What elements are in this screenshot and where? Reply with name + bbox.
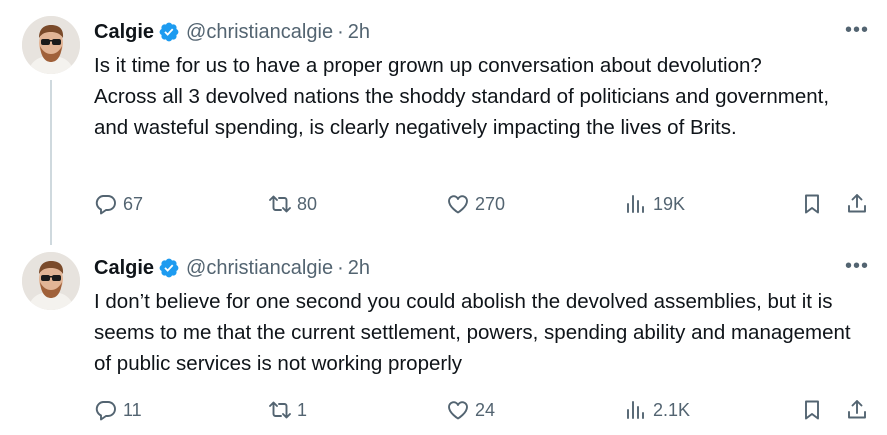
avatar[interactable]: [22, 252, 80, 310]
bookmark-icon: [805, 400, 819, 420]
views-count: 2.1K: [653, 399, 691, 420]
author-name[interactable]: Calgie: [94, 21, 154, 44]
tweet-actions: 11 1 24 2.1K: [0, 395, 887, 425]
repost-icon: [269, 401, 291, 419]
repost-count: 80: [297, 193, 318, 214]
author-name[interactable]: Calgie: [94, 257, 154, 280]
separator-dot: ·: [337, 20, 344, 43]
timestamp[interactable]: 2h: [348, 21, 370, 44]
reply-button[interactable]: 67: [94, 189, 143, 219]
share-button[interactable]: [845, 395, 869, 425]
views-count: 19K: [653, 193, 686, 214]
repost-icon: [269, 195, 291, 213]
reply-count: 67: [123, 193, 144, 214]
views-button[interactable]: 19K: [624, 189, 685, 219]
like-count: 270: [475, 193, 506, 214]
share-icon: [848, 194, 866, 213]
tweet-header: Calgie @christiancalgie · 2h: [94, 256, 370, 280]
views-button[interactable]: 2.1K: [624, 395, 690, 425]
reply-button[interactable]: 11: [94, 395, 142, 425]
tweet-actions: 67 80 270 19K: [0, 189, 887, 219]
like-button[interactable]: 270: [446, 189, 505, 219]
share-button[interactable]: [845, 189, 869, 219]
more-options-icon[interactable]: •••: [843, 254, 871, 278]
reply-icon: [95, 195, 116, 215]
reply-icon: [95, 401, 116, 421]
more-options-icon[interactable]: •••: [843, 18, 871, 42]
reply-count: 11: [123, 399, 142, 420]
author-handle[interactable]: @christiancalgie: [186, 21, 333, 44]
verified-badge-icon: [158, 21, 180, 43]
views-icon: [627, 195, 644, 213]
author-handle[interactable]: @christiancalgie: [186, 257, 333, 280]
like-icon: [448, 195, 468, 214]
repost-count: 1: [297, 399, 308, 420]
like-button[interactable]: 24: [446, 395, 495, 425]
verified-badge-icon: [158, 257, 180, 279]
tweet-text: I don’t believe for one second you could…: [94, 290, 857, 375]
bookmark-icon: [805, 194, 819, 214]
like-icon: [448, 401, 468, 420]
tweet-text: Is it time for us to have a proper grown…: [94, 54, 830, 139]
bookmark-button[interactable]: [800, 189, 824, 219]
share-icon: [848, 400, 866, 419]
tweet[interactable]: Calgie @christiancalgie · 2h ••• I don’t…: [0, 240, 887, 435]
thread-line: [50, 80, 52, 245]
timestamp[interactable]: 2h: [348, 257, 370, 280]
views-icon: [627, 401, 644, 419]
tweet[interactable]: Calgie @christiancalgie · 2h ••• Is it t…: [0, 0, 887, 245]
repost-button[interactable]: 80: [268, 189, 317, 219]
bookmark-button[interactable]: [800, 395, 824, 425]
repost-button[interactable]: 1: [268, 395, 307, 425]
like-count: 24: [475, 399, 496, 420]
avatar[interactable]: [22, 16, 80, 74]
tweet-header: Calgie @christiancalgie · 2h: [94, 20, 370, 44]
separator-dot: ·: [337, 256, 344, 279]
